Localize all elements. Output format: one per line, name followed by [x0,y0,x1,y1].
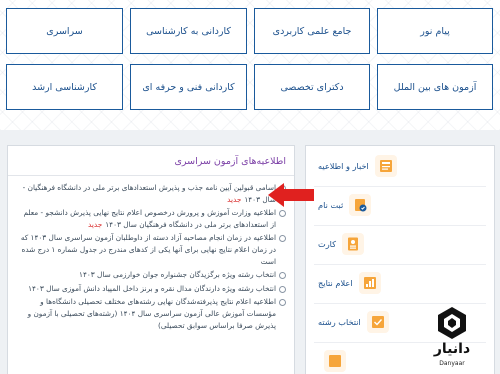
tile-international-exams[interactable]: آزمون های بین الملل [377,64,493,110]
news-item: انتخاب رشته ویژه دارندگان مدال نقره و بر… [16,283,286,295]
sidebar-item-results[interactable]: اعلام نتایج [306,265,494,301]
news-link[interactable]: اطلاعیه اعلام نتایج پذیرفته‌شدگان نهایی … [28,297,276,329]
bullet-icon [279,285,286,293]
news-link[interactable]: اطلاعیه وزارت آموزش و پرورش درخصوص اعلام… [24,208,276,229]
news-list: اسامی قبولین آیین نامه جذب و پذیرش استعد… [16,182,286,333]
tile-kardani-fani-herfei[interactable]: کاردانی فنی و حرفه ای [130,64,247,110]
news-link[interactable]: انتخاب رشته ویژه برگزیدگان جشنواره جوان … [79,270,276,279]
sidebar-item-label: اعلام نتایج [318,278,353,288]
register-icon [349,194,372,216]
sidebar-item-card[interactable]: کارت [306,226,494,262]
news-item: اطلاعیه اعلام نتایج پذیرفته‌شدگان نهایی … [16,296,286,331]
panel-title: اطلاعیه‌های آزمون سراسری [174,156,286,167]
logo-latin-text: Danyaar [439,360,465,367]
tile-jame-elmi-karbordi[interactable]: جامع علمی کاربردی [254,8,370,54]
announcements-panel: اطلاعیه‌های آزمون سراسری اسامی قبولین آی… [7,145,295,374]
hexagon-logo-icon [438,307,466,339]
news-link[interactable]: انتخاب رشته ویژه دارندگان مدال نقره و بر… [28,284,276,293]
selection-icon [366,311,389,333]
sidebar-item-register[interactable]: ثبت نام [306,187,494,223]
sidebar-item-label: انتخاب رشته [318,317,361,327]
sidebar-item-label: اخبار و اطلاعیه [318,161,369,171]
news-item: اطلاعیه در زمان انجام مصاحبه آزاد دسته ا… [16,232,286,267]
new-badge: جدید [227,194,242,204]
tile-payame-noor[interactable]: پیام نور [377,8,493,54]
extra-icon [324,350,346,372]
tile-kardani-be-karshenasi[interactable]: کاردانی به کارشناسی [130,8,247,54]
tile-phd[interactable]: دکترای تخصصی [254,64,370,110]
sidebar-item-label: کارت [318,239,337,249]
bullet-icon [279,299,286,307]
logo-text: دانیار [433,341,471,357]
bullet-icon [279,210,286,218]
news-item: اطلاعیه وزارت آموزش و پرورش درخصوص اعلام… [16,207,286,230]
tile-sarasari[interactable]: سراسری [6,8,123,54]
title-divider [8,175,294,176]
card-icon [342,233,365,255]
sidebar-item-label: ثبت نام [318,200,344,210]
news-icon [374,155,397,177]
bullet-icon [279,235,286,243]
news-link[interactable]: اطلاعیه در زمان انجام مصاحبه آزاد دسته ا… [21,233,276,265]
bullet-icon [279,272,286,280]
danyaar-logo: دانیار Danyaar [412,305,492,371]
new-badge: جدید [88,219,103,229]
sidebar-item-news[interactable]: اخبار و اطلاعیه [306,148,494,184]
tile-masters[interactable]: کارشناسی ارشد [6,64,123,110]
news-item: انتخاب رشته ویژه برگزیدگان جشنواره جوان … [16,269,286,281]
results-icon [358,272,381,294]
red-arrow-icon [268,183,314,207]
news-item: اسامی قبولین آیین نامه جذب و پذیرش استعد… [16,182,286,205]
